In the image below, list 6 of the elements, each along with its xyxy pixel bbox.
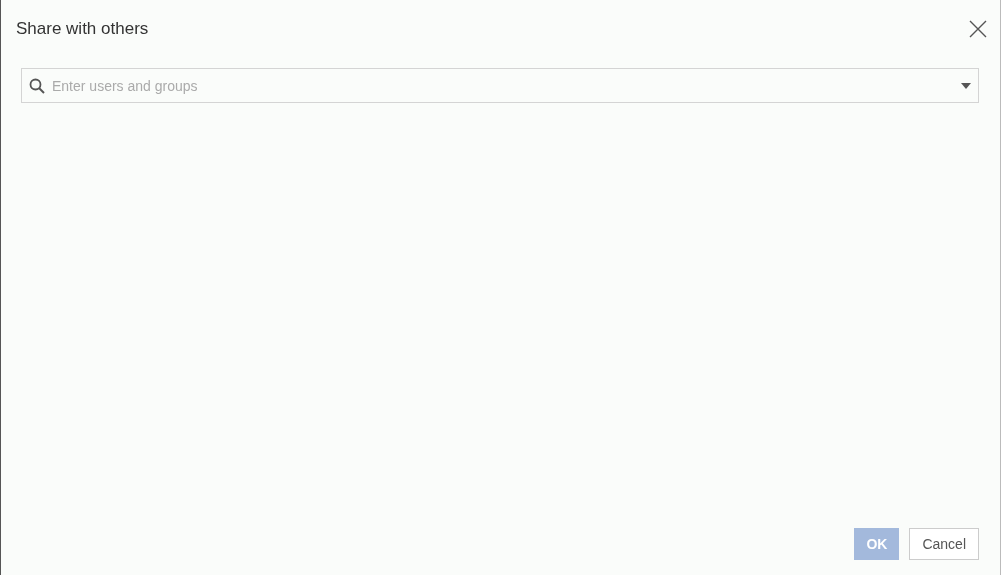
dropdown-caret-icon[interactable] <box>961 83 971 89</box>
search-field[interactable]: Enter users and groups <box>21 68 979 103</box>
dialog-title: Share with others <box>16 19 149 39</box>
cancel-button[interactable]: Cancel <box>909 528 979 560</box>
close-icon[interactable] <box>969 20 987 38</box>
search-icon <box>29 78 45 94</box>
